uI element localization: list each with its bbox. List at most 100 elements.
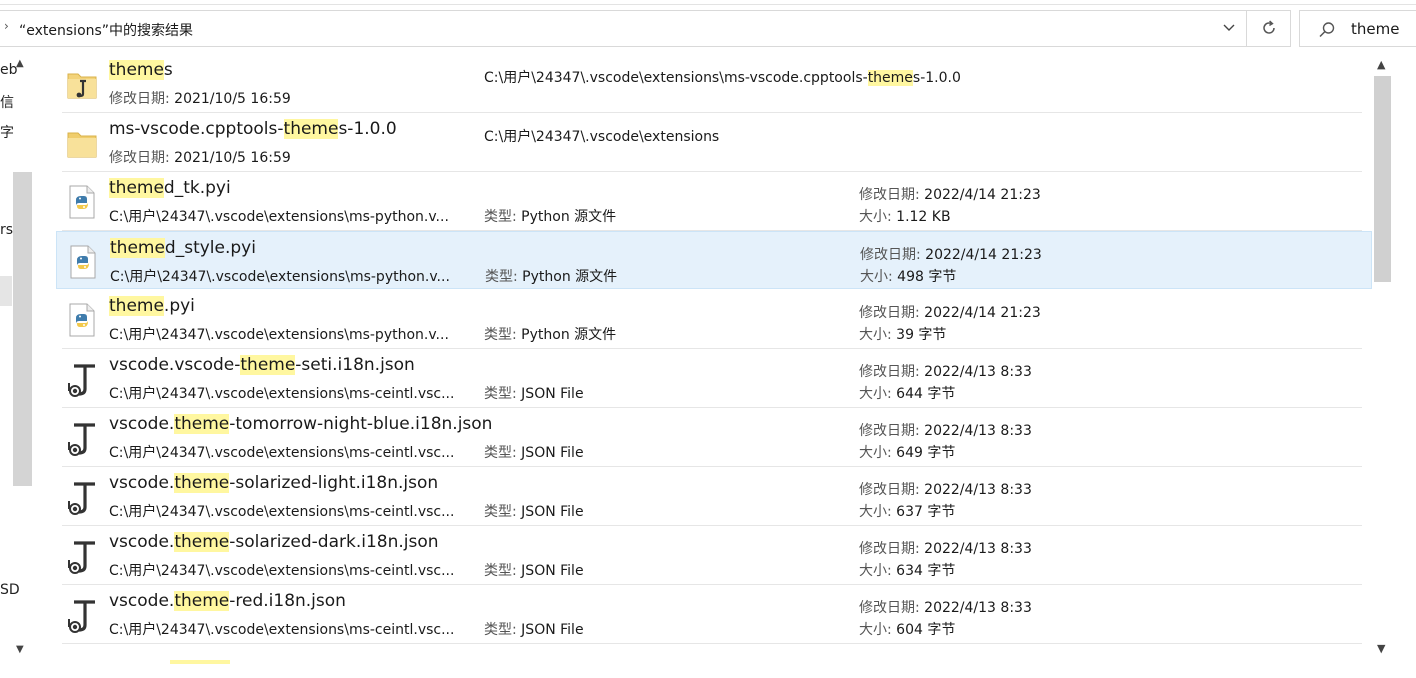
result-size: 大小: 1.12 KB [859, 206, 951, 226]
nav-item-fragment[interactable]: 信 [0, 92, 14, 112]
result-name[interactable]: themed_tk.pyi [109, 178, 231, 198]
result-type: 类型: Python 源文件 [485, 266, 617, 286]
name-segment: ms-vscode.cpptools- [109, 119, 284, 139]
result-modified-value: 2022/4/14 21:23 [924, 187, 1041, 203]
json-file-icon [65, 479, 99, 515]
result-type-label: 类型: [484, 563, 522, 579]
nav-scroll-down-icon[interactable]: ▼ [16, 644, 24, 655]
result-name[interactable]: ms-vscode.cpptools-themes-1.0.0 [109, 119, 397, 139]
name-segment: -solarized-dark.i18n.json [229, 532, 439, 552]
nav-item-fragment[interactable]: SD [0, 582, 20, 598]
search-term-highlight: theme [283, 119, 339, 139]
refresh-button[interactable] [1250, 11, 1288, 46]
nav-item-fragment[interactable]: 字 [0, 122, 14, 142]
address-history-dropdown[interactable] [1212, 11, 1247, 46]
scroll-down-icon[interactable]: ▼ [1377, 642, 1385, 655]
result-type-label: 类型: [485, 269, 523, 285]
result-name[interactable]: theme.pyi [109, 296, 195, 316]
result-row[interactable]: vscode.theme-solarized-light.i18n.json C:… [56, 467, 1372, 526]
result-row[interactable]: theme.pyi C:\用户\24347\.vscode\extensions\… [56, 290, 1372, 349]
search-term-highlight: theme [174, 414, 230, 434]
result-modified-label: 修改日期: [859, 541, 925, 557]
result-row[interactable]: vscode.theme-tomorrow-night-blue.i18n.js… [56, 408, 1372, 467]
result-name[interactable]: themes [109, 60, 173, 80]
result-modified-label: 修改日期: [859, 364, 925, 380]
result-path: C:\用户\24347\.vscode\extensions\ms-ceintl… [109, 563, 455, 579]
result-name[interactable]: vscode.vscode-theme-seti.i18n.json [109, 355, 415, 375]
search-results-list[interactable]: themes 修改日期: 2021/10/5 16:59 C:\用户\24347\.… [56, 54, 1372, 662]
result-type-value: JSON File [521, 445, 584, 461]
result-name[interactable]: vscode.theme-solarized-dark.i18n.json [109, 532, 439, 552]
result-type: 类型: JSON File [484, 501, 584, 521]
chevron-down-icon [1223, 24, 1235, 31]
name-segment: d_style.pyi [164, 238, 256, 258]
result-modified-label: 修改日期: [859, 482, 925, 498]
python-file-icon [65, 184, 99, 220]
modified-label: 修改日期: [109, 150, 175, 166]
result-modified-label: 修改日期: [859, 600, 925, 616]
search-term-highlight: theme [240, 355, 296, 375]
result-type-value: Python 源文件 [521, 327, 617, 343]
name-segment: C:\用户\24347\.vscode\extensions [484, 129, 720, 145]
result-size-value: 498 字节 [897, 269, 957, 285]
result-size-label: 大小: [859, 563, 897, 579]
result-size: 大小: 39 字节 [859, 324, 946, 344]
results-scrollbar-thumb[interactable] [1374, 76, 1391, 282]
result-size-value: 604 字节 [896, 622, 956, 638]
result-location: C:\用户\24347\.vscode\extensions\ms-vscode… [484, 67, 961, 87]
search-box[interactable]: theme [1299, 10, 1416, 47]
result-type: 类型: Python 源文件 [484, 206, 616, 226]
result-row[interactable]: ms-vscode.cpptools-themes-1.0.0 修改日期: 202… [56, 113, 1372, 172]
navigation-pane[interactable]: eb 信 字 rs SD ▲ ▼ [0, 54, 34, 662]
result-path: C:\用户\24347\.vscode\extensions\ms-ceintl… [109, 445, 455, 461]
json-file-icon [65, 538, 99, 574]
name-segment: vscode. [109, 473, 175, 493]
result-size-label: 大小: [859, 445, 897, 461]
result-name[interactable]: themed_style.pyi [110, 238, 256, 258]
result-size-value: 649 字节 [896, 445, 956, 461]
result-modified: 修改日期: 2022/4/13 8:33 [859, 597, 1032, 617]
result-row[interactable]: themed_style.pyi C:\用户\24347\.vscode\exte… [56, 231, 1372, 289]
python-file-icon [65, 302, 99, 338]
result-modified-value: 2022/4/13 8:33 [924, 423, 1032, 439]
nav-scrollbar-thumb[interactable] [13, 172, 32, 486]
address-text[interactable]: “extensions”中的搜索结果 [19, 20, 193, 40]
result-type: 类型: JSON File [484, 383, 584, 403]
result-path: C:\用户\24347\.vscode\extensions\ms-ceintl… [109, 504, 455, 520]
nav-item-fragment[interactable]: rs [0, 222, 13, 238]
result-modified-value: 2022/4/14 21:23 [924, 305, 1041, 321]
result-row[interactable]: themes 修改日期: 2021/10/5 16:59 C:\用户\24347\.… [56, 54, 1372, 113]
name-segment: -seti.i18n.json [295, 355, 415, 375]
address-bar[interactable]: › “extensions”中的搜索结果 [0, 10, 1291, 47]
result-modified-value: 2022/4/13 8:33 [924, 541, 1032, 557]
result-modified-label: 修改日期: [860, 247, 926, 263]
nav-selected-item[interactable] [0, 276, 12, 306]
nav-scroll-up-icon[interactable]: ▲ [16, 58, 24, 69]
result-modified-value: 2022/4/13 8:33 [924, 482, 1032, 498]
result-type-label: 类型: [484, 327, 522, 343]
result-modified: 修改日期: 2021/10/5 16:59 [109, 88, 291, 108]
result-modified-value: 2022/4/14 21:23 [925, 247, 1042, 263]
result-name[interactable]: vscode.theme-tomorrow-night-blue.i18n.js… [109, 414, 492, 434]
search-term-highlight: theme [174, 591, 230, 611]
result-path: C:\用户\24347\.vscode\extensions\ms-ceintl… [109, 386, 455, 402]
result-type-label: 类型: [484, 445, 522, 461]
search-icon [1319, 22, 1335, 38]
result-row[interactable]: vscode.theme-red.i18n.json C:\用户\24347\.v… [56, 585, 1372, 644]
result-row[interactable]: vscode.theme-solarized-dark.i18n.json C:\… [56, 526, 1372, 585]
nav-item-fragment[interactable]: eb [0, 62, 18, 78]
result-size-label: 大小: [859, 209, 897, 225]
result-path: C:\用户\24347\.vscode\extensions\ms-python… [109, 327, 449, 343]
modified-label: 修改日期: [109, 91, 175, 107]
search-input[interactable]: theme [1351, 20, 1399, 38]
result-name[interactable]: vscode.theme-solarized-light.i18n.json [109, 473, 438, 493]
breadcrumb-chevron-icon[interactable]: › [4, 19, 9, 33]
result-row[interactable]: themed_tk.pyi C:\用户\24347\.vscode\extensi… [56, 172, 1372, 231]
result-size: 大小: 649 字节 [859, 442, 955, 462]
name-segment: -solarized-light.i18n.json [229, 473, 439, 493]
result-row[interactable]: vscode.vscode-theme-seti.i18n.json C:\用户\… [56, 349, 1372, 408]
result-name[interactable]: vscode.theme-red.i18n.json [109, 591, 346, 611]
scroll-up-icon[interactable]: ▲ [1377, 58, 1385, 71]
result-modified: 修改日期: 2022/4/13 8:33 [859, 361, 1032, 381]
result-type-value: JSON File [521, 563, 584, 579]
